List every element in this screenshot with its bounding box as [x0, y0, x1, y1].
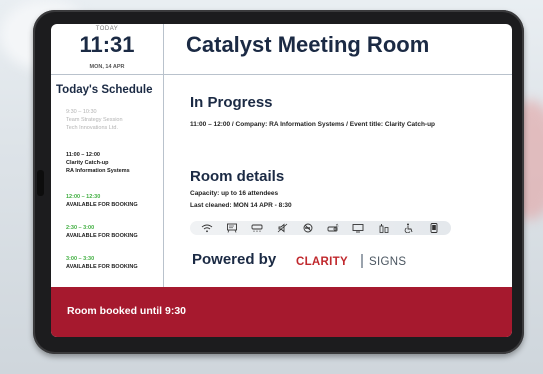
in-progress-title: In Progress	[190, 94, 273, 111]
powered-by-label: Powered by	[192, 251, 277, 268]
no-smoking-icon	[302, 223, 314, 233]
tablet-side-button	[37, 170, 44, 196]
schedule-column: TODAY 11:31 MON, 14 APR Today's Schedule…	[51, 24, 164, 287]
current-date: MON, 14 APR	[89, 64, 125, 70]
entry-title: Clarity Catch-up	[66, 160, 109, 166]
projector-icon	[327, 223, 339, 233]
booking-status-text: Room booked until 9:30	[67, 305, 187, 317]
schedule-entry[interactable]: 2:30 – 3:00 AVAILABLE FOR BOOKING	[66, 224, 138, 240]
entry-availability: AVAILABLE FOR BOOKING	[66, 202, 138, 208]
room-last-cleaned: Last cleaned: MON 14 APR - 8:30	[190, 202, 292, 209]
schedule-entry[interactable]: 12:00 – 12:30 AVAILABLE FOR BOOKING	[66, 193, 138, 209]
room-details-title: Room details	[190, 168, 285, 185]
entry-time: 12:00 – 12:30	[66, 194, 101, 200]
room-display-screen: TODAY 11:31 MON, 14 APR Today's Schedule…	[51, 24, 512, 337]
clock-panel: TODAY 11:31 MON, 14 APR	[51, 24, 163, 75]
air-conditioning-icon	[251, 223, 263, 233]
display-icon	[352, 223, 364, 233]
booking-status-bar[interactable]: Room booked until 9:30	[51, 287, 512, 337]
entry-availability: AVAILABLE FOR BOOKING	[66, 233, 138, 239]
current-time: 11:31	[79, 32, 135, 57]
brand-logo-secondary: SIGNS	[369, 256, 407, 268]
entry-availability: AVAILABLE FOR BOOKING	[66, 264, 138, 270]
entry-company: RA Information Systems	[66, 168, 130, 174]
brand-logo-primary: CLARITY	[296, 256, 348, 268]
schedule-title: Today's Schedule	[56, 84, 153, 96]
schedule-entry[interactable]: 3:00 – 3:30 AVAILABLE FOR BOOKING	[66, 255, 138, 271]
water-icon	[378, 223, 390, 233]
whiteboard-icon	[226, 223, 238, 233]
entry-title: Team Strategy Session	[66, 117, 123, 123]
entry-time: 2:30 – 3:00	[66, 225, 95, 231]
entry-company: Tech Innovations Ltd.	[66, 125, 118, 131]
entry-time: 11:00 – 12:00	[66, 152, 100, 158]
room-title: Catalyst Meeting Room	[186, 32, 430, 57]
amenities-bar	[190, 221, 451, 235]
schedule-entry[interactable]: 9:30 – 10:30 Team Strategy Session Tech …	[66, 108, 123, 132]
in-progress-detail: 11:00 – 12:00 / Company: RA Information …	[190, 121, 436, 128]
wifi-icon	[201, 223, 213, 233]
entry-time: 9:30 – 10:30	[66, 109, 97, 115]
accessible-icon	[403, 223, 415, 233]
entry-time: 3:00 – 3:30	[66, 256, 95, 262]
tablet-icon	[428, 223, 440, 233]
brand-divider	[361, 254, 363, 268]
schedule-entry[interactable]: 11:00 – 12:00 Clarity Catch-up RA Inform…	[66, 151, 130, 175]
header-divider	[163, 74, 512, 75]
speaker-muted-icon	[277, 223, 289, 233]
room-capacity: Capacity: up to 16 attendees	[190, 190, 279, 197]
